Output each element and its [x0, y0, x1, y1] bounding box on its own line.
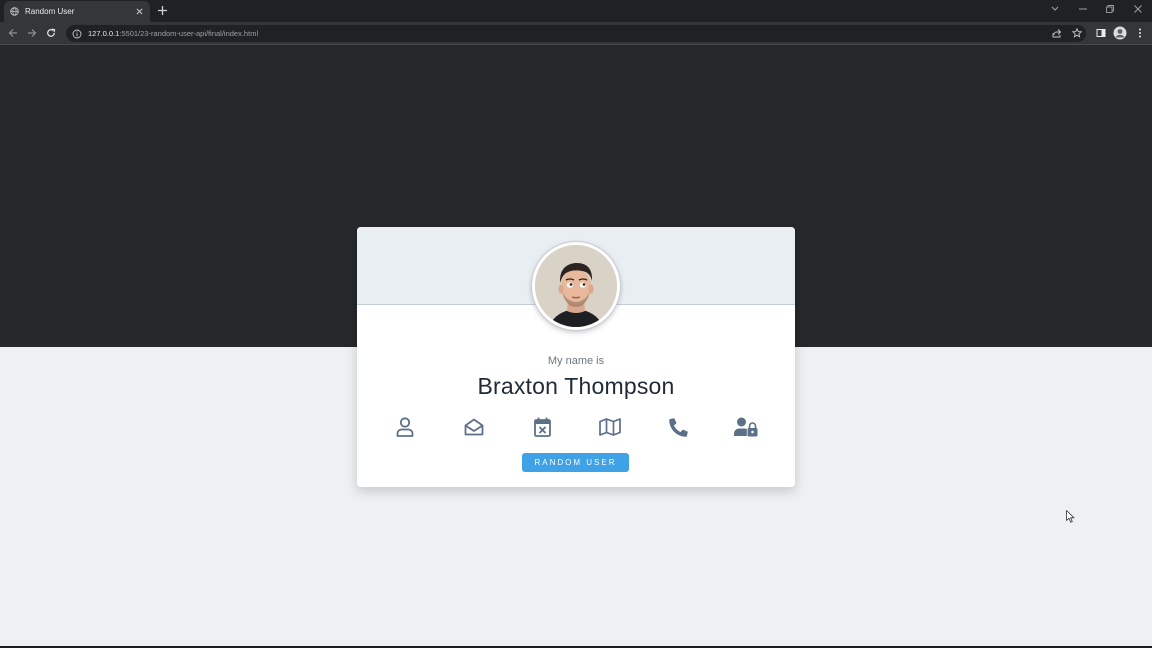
- close-window-icon[interactable]: [1132, 4, 1144, 14]
- phone-icon[interactable]: [666, 415, 690, 439]
- user-info-value: Braxton Thompson: [477, 373, 675, 399]
- user-icon[interactable]: [393, 415, 417, 439]
- tab-title: Random User: [25, 7, 75, 16]
- map-icon[interactable]: [598, 415, 622, 439]
- envelope-open-icon[interactable]: [462, 415, 486, 439]
- user-info-label: My name is: [547, 355, 605, 367]
- new-tab-icon[interactable]: [157, 5, 168, 16]
- random-user-button[interactable]: random user: [522, 453, 629, 472]
- globe-icon: [10, 7, 19, 16]
- user-avatar: [532, 242, 620, 330]
- bookmark-star-icon[interactable]: [1071, 27, 1082, 38]
- mouse-cursor-icon: [1066, 510, 1075, 523]
- share-icon[interactable]: [1051, 27, 1062, 38]
- forward-arrow-icon[interactable]: [26, 27, 38, 39]
- browser-toolbar: 127.0.0.1:5501/23-random-user-api/final/…: [0, 22, 1152, 44]
- browser-tab[interactable]: Random User: [4, 1, 150, 22]
- calendar-x-icon[interactable]: [530, 415, 554, 439]
- user-lock-icon[interactable]: [734, 415, 758, 439]
- site-info-icon[interactable]: [72, 29, 82, 39]
- back-arrow-icon[interactable]: [7, 27, 19, 39]
- info-icon-row: [357, 415, 795, 439]
- more-menu-icon[interactable]: [1134, 27, 1145, 38]
- side-panel-icon[interactable]: [1095, 27, 1106, 38]
- tab-search-icon[interactable]: [1049, 4, 1061, 14]
- profile-avatar-icon[interactable]: [1113, 26, 1127, 40]
- close-tab-icon[interactable]: [134, 7, 144, 17]
- minimize-icon[interactable]: [1077, 4, 1089, 14]
- url-path: :5501/23-random-user-api/final/index.htm…: [119, 29, 259, 38]
- address-bar[interactable]: 127.0.0.1:5501/23-random-user-api/final/…: [66, 25, 1086, 42]
- url-text: 127.0.0.1:5501/23-random-user-api/final/…: [88, 29, 258, 38]
- user-card: My name is Braxton Thompson random user: [357, 227, 795, 487]
- restore-icon[interactable]: [1104, 4, 1116, 14]
- reload-icon[interactable]: [45, 27, 57, 39]
- browser-tab-bar: Random User: [0, 0, 1152, 22]
- url-host: 127.0.0.1: [88, 29, 120, 38]
